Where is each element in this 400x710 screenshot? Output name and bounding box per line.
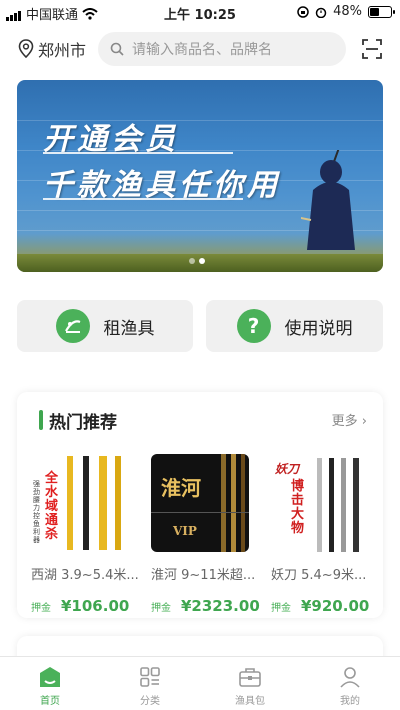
alarm-icon xyxy=(315,7,327,18)
home-content[interactable]: 开通会员 千款渔具任你用 租渔具 ? 使用说明 热门推荐 更多 › 全水域通杀 … xyxy=(0,74,400,656)
product-item[interactable]: 淮河 VIP 淮河 9~11米超... 押金 ¥2323.00 xyxy=(151,454,260,615)
carousel-dot[interactable] xyxy=(189,258,195,264)
product-name: 妖刀 5.4~9米... xyxy=(271,568,367,583)
price-row: 押金 ¥106.00 xyxy=(31,597,137,615)
product-thumb: 淮河 VIP xyxy=(151,454,249,552)
carousel-dot-active[interactable] xyxy=(199,258,205,264)
product-price: ¥2323.00 xyxy=(181,597,260,615)
promo-subtext: VIP xyxy=(173,524,197,538)
product-name: 西湖 3.9~5.4米... xyxy=(31,568,139,583)
usage-guide-button[interactable]: ? 使用说明 xyxy=(206,300,383,352)
status-bar: 中国联通 上午 10:25 48% xyxy=(0,0,400,24)
promo-subtext: 强劲腰力 控鱼利器 xyxy=(33,480,40,544)
tab-label: 我的 xyxy=(340,696,360,707)
tab-category[interactable]: 分类 xyxy=(100,657,200,710)
city-selector[interactable]: 郑州市 xyxy=(18,37,86,61)
battery-icon xyxy=(368,5,395,18)
tab-label: 分类 xyxy=(140,696,160,707)
next-section-card xyxy=(17,636,383,656)
tab-profile[interactable]: 我的 xyxy=(300,657,400,710)
city-label: 郑州市 xyxy=(38,41,87,60)
fisherman-image xyxy=(301,150,355,250)
promo-text: 淮河 xyxy=(161,476,201,500)
rent-gear-label: 租渔具 xyxy=(103,318,155,339)
battery-percent: 48% xyxy=(333,4,362,19)
more-link[interactable]: 更多 › xyxy=(332,410,367,429)
tab-bar: 首页 分类 渔具包 我的 xyxy=(0,656,400,710)
search-input[interactable]: 请输入商品名、品牌名 xyxy=(98,32,346,66)
status-right: 48% xyxy=(297,4,395,19)
section-accent xyxy=(39,410,43,430)
profile-icon xyxy=(340,667,360,688)
location-pin-icon xyxy=(18,39,34,59)
rent-gear-button[interactable]: 租渔具 xyxy=(17,300,193,352)
price-row: 押金 ¥920.00 xyxy=(271,597,377,615)
deposit-label: 押金 xyxy=(271,603,291,614)
hot-recommend-card: 热门推荐 更多 › 全水域通杀 强劲腰力 控鱼利器 西湖 3.9~5.4米...… xyxy=(17,392,383,618)
product-item[interactable]: 全水域通杀 强劲腰力 控鱼利器 西湖 3.9~5.4米... 押金 ¥106.0… xyxy=(31,454,139,615)
product-price: ¥920.00 xyxy=(301,597,370,615)
banner-divider xyxy=(43,198,243,200)
tackle-bag-icon xyxy=(239,668,261,687)
hot-header: 热门推荐 更多 › xyxy=(17,406,383,434)
product-thumb: 妖刀 博击大物 xyxy=(271,454,369,552)
tab-tackle-bag[interactable]: 渔具包 xyxy=(200,657,300,710)
deposit-label: 押金 xyxy=(31,603,51,614)
tab-label: 渔具包 xyxy=(235,696,265,707)
product-name: 淮河 9~11米超... xyxy=(151,568,256,583)
lock-rotation-icon xyxy=(297,5,309,18)
top-bar: 郑州市 请输入商品名、品牌名 xyxy=(0,24,400,74)
promo-subtext: 妖刀 xyxy=(275,462,300,476)
promo-text: 全水域通杀 xyxy=(45,471,59,542)
search-icon xyxy=(110,42,124,56)
price-row: 押金 ¥2323.00 xyxy=(151,597,260,615)
deposit-label: 押金 xyxy=(151,603,171,614)
rod-image xyxy=(151,454,249,552)
search-placeholder: 请输入商品名、品牌名 xyxy=(132,42,272,58)
home-icon xyxy=(40,667,60,687)
fishing-icon xyxy=(55,309,90,343)
promo-banner[interactable]: 开通会员 千款渔具任你用 xyxy=(17,80,383,272)
help-icon: ? xyxy=(236,309,271,343)
category-icon xyxy=(140,667,160,687)
tab-home[interactable]: 首页 xyxy=(0,657,100,710)
banner-divider xyxy=(43,152,233,154)
promo-text: 博击大物 xyxy=(291,479,305,536)
product-item[interactable]: 妖刀 博击大物 妖刀 5.4~9米... 押金 ¥920.00 xyxy=(271,454,377,615)
usage-guide-label: 使用说明 xyxy=(284,318,353,339)
section-title: 热门推荐 xyxy=(49,413,117,433)
tab-label: 首页 xyxy=(40,696,60,707)
product-thumb: 全水域通杀 强劲腰力 控鱼利器 xyxy=(31,454,129,552)
product-price: ¥106.00 xyxy=(61,597,130,615)
more-label: 更多 xyxy=(331,414,358,429)
scan-icon[interactable] xyxy=(362,39,382,59)
